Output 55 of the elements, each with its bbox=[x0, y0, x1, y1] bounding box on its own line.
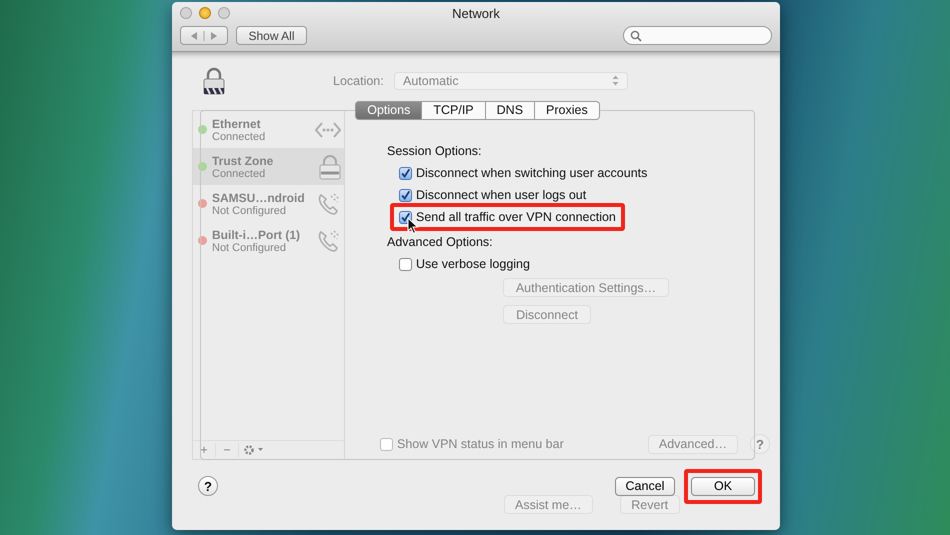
zoom-button[interactable] bbox=[218, 7, 230, 19]
service-item[interactable]: Ethernet Connected bbox=[193, 111, 344, 148]
service-status: Not Configured bbox=[212, 204, 287, 216]
service-name: Trust Zone bbox=[212, 154, 274, 168]
close-button[interactable] bbox=[180, 7, 192, 19]
tab[interactable]: TCP/IP bbox=[422, 101, 486, 120]
phone-icon bbox=[317, 192, 341, 216]
service-status: Connected bbox=[212, 168, 266, 180]
service-status: Not Configured bbox=[212, 242, 287, 254]
checkbox[interactable] bbox=[399, 258, 412, 270]
service-name: Ethernet bbox=[212, 116, 262, 130]
checkbox-label: Disconnect when switching user accounts bbox=[416, 166, 648, 180]
show-all-button[interactable]: Show All bbox=[236, 26, 307, 45]
cancel-button[interactable]: Cancel bbox=[615, 476, 675, 496]
window-title: Network bbox=[451, 6, 501, 20]
phone-icon bbox=[317, 228, 341, 252]
tab[interactable]: Proxies bbox=[535, 101, 600, 120]
padlock-icon[interactable] bbox=[203, 66, 225, 94]
checkbox-label: Disconnect when user logs out bbox=[416, 188, 586, 202]
gear-icon[interactable] bbox=[243, 444, 265, 456]
checkbox[interactable] bbox=[380, 438, 393, 450]
pane-button[interactable]: Disconnect bbox=[503, 305, 591, 324]
tab[interactable]: Options bbox=[355, 101, 422, 120]
tab[interactable]: DNS bbox=[486, 101, 536, 120]
help-button[interactable]: ? bbox=[750, 434, 770, 454]
help-button[interactable]: ? bbox=[198, 476, 218, 496]
updown-arrows-icon bbox=[612, 75, 619, 86]
search-field[interactable] bbox=[623, 26, 772, 45]
footer-button[interactable]: Assist me… bbox=[504, 495, 593, 514]
padlock-icon bbox=[319, 154, 341, 180]
section-title: Session Options: bbox=[387, 144, 482, 160]
ethernet-arrows-icon bbox=[315, 120, 341, 140]
service-item[interactable]: SAMSU…ndroid Not Configured bbox=[193, 185, 344, 222]
list-edit-button[interactable]: − bbox=[216, 443, 239, 457]
service-item[interactable]: Trust Zone Connected bbox=[193, 148, 344, 185]
checkbox-label: Use verbose logging bbox=[416, 257, 530, 271]
ok-button[interactable]: OK bbox=[691, 476, 755, 496]
footer-button[interactable]: Revert bbox=[620, 495, 680, 514]
list-edit-button[interactable]: + bbox=[193, 443, 216, 457]
service-status: Connected bbox=[212, 130, 266, 142]
service-name: Built-i…Port (1) bbox=[212, 228, 301, 242]
checkbox[interactable] bbox=[399, 166, 412, 180]
advanced-button[interactable]: Advanced… bbox=[648, 434, 738, 454]
location-label: Location: bbox=[333, 74, 385, 88]
location-popup[interactable]: Automatic bbox=[394, 72, 628, 90]
pane-button[interactable]: Authentication Settings… bbox=[503, 278, 669, 297]
checkbox-label: Send all traffic over VPN connection bbox=[416, 210, 616, 224]
section-title: Advanced Options: bbox=[387, 235, 494, 251]
checkbox[interactable] bbox=[399, 188, 412, 202]
minimize-button[interactable] bbox=[199, 7, 211, 19]
service-item[interactable]: Built-i…Port (1) Not Configured bbox=[193, 222, 344, 259]
service-name: SAMSU…ndroid bbox=[212, 190, 306, 204]
back-forward-control[interactable] bbox=[180, 26, 228, 45]
search-icon bbox=[630, 30, 642, 42]
checkbox-label: Show VPN status in menu bar bbox=[397, 437, 564, 451]
